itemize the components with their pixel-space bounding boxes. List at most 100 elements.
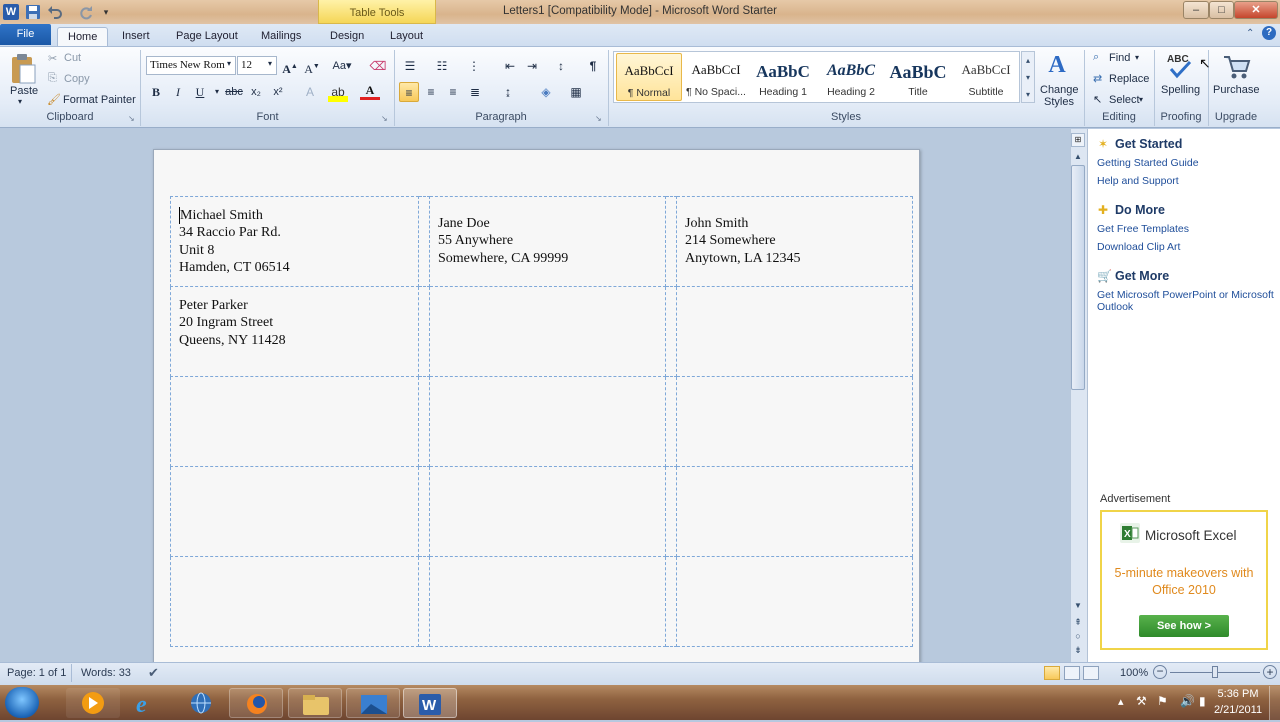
help-support-link[interactable]: Help and Support (1097, 175, 1179, 187)
free-templates-link[interactable]: Get Free Templates (1097, 223, 1189, 235)
label-cell[interactable]: Jane Doe 55 Anywhere Somewhere, CA 99999 (429, 196, 666, 287)
style-heading-1[interactable]: AaBbC Heading 1 (750, 53, 816, 101)
label-cell[interactable]: Peter Parker 20 Ingram Street Queens, NY… (170, 286, 419, 377)
label-cell[interactable] (170, 376, 419, 467)
minimize-ribbon-icon[interactable]: ⌃ (1246, 28, 1254, 39)
font-name-combo[interactable]: Times New Rom (146, 56, 236, 75)
bullets-icon[interactable]: ☰ (400, 56, 420, 76)
clear-formatting-icon[interactable]: ⌫ (368, 56, 388, 76)
align-left-icon[interactable]: ≡ (399, 82, 419, 102)
next-page-icon[interactable]: ⇟ (1071, 645, 1085, 657)
firefox-taskbar-icon[interactable] (229, 688, 283, 718)
paragraph-launcher-icon[interactable]: ↘ (595, 114, 602, 123)
superscript-icon[interactable]: x² (268, 82, 288, 102)
select-browse-object-icon[interactable]: ○ (1071, 631, 1085, 643)
label-cell[interactable] (170, 556, 419, 647)
label-cell[interactable] (429, 286, 666, 377)
change-styles-icon[interactable]: A (1045, 52, 1069, 78)
media-player-taskbar-icon[interactable] (66, 688, 120, 718)
sort-icon[interactable]: ↕ (551, 56, 571, 76)
previous-page-icon[interactable]: ⇞ (1071, 617, 1085, 629)
decrease-indent-icon[interactable]: ⇤ (500, 56, 520, 76)
align-center-icon[interactable]: ≡ (421, 82, 441, 102)
page-count-status[interactable]: Page: 1 of 1 (7, 667, 66, 679)
style-no-spacing[interactable]: AaBbCcI ¶ No Spaci... (683, 53, 749, 101)
explorer-taskbar-icon[interactable] (288, 688, 342, 718)
web-layout-view-icon[interactable] (1083, 666, 1099, 680)
tray-network-icon[interactable]: ⚒ (1136, 694, 1147, 708)
help-icon[interactable]: ? (1262, 26, 1276, 40)
clipboard-launcher-icon[interactable]: ↘ (128, 114, 135, 123)
tab-file[interactable]: File (0, 24, 51, 45)
tray-expand-icon[interactable]: ▴ (1118, 695, 1124, 708)
change-styles-button[interactable]: Change Styles (1040, 84, 1079, 108)
close-button[interactable]: ✕ (1234, 1, 1278, 19)
show-desktop-button[interactable] (1269, 686, 1280, 720)
change-case-icon[interactable]: Aa▾ (332, 56, 352, 76)
format-painter-button[interactable]: Format Painter (63, 94, 136, 106)
clock-date[interactable]: 2/21/2011 (1210, 704, 1266, 716)
highlight-icon[interactable]: ab (328, 82, 348, 102)
zoom-out-icon[interactable]: − (1153, 665, 1167, 679)
style-subtitle[interactable]: AaBbCcI Subtitle (953, 53, 1019, 101)
word-taskbar-icon[interactable]: W (403, 688, 457, 718)
bold-icon[interactable]: B (146, 82, 166, 102)
label-cell[interactable] (676, 466, 913, 557)
word-count-status[interactable]: Words: 33 (81, 667, 131, 679)
scroll-down-icon[interactable]: ▼ (1071, 601, 1085, 611)
zoom-level[interactable]: 100% (1120, 667, 1148, 679)
zoom-slider-thumb[interactable] (1212, 666, 1218, 678)
cut-button[interactable]: Cut (64, 52, 81, 64)
label-cell[interactable]: Michael Smith 34 Raccio Par Rd. Unit 8 H… (170, 196, 419, 287)
font-name-dropdown-icon[interactable]: ▾ (227, 59, 231, 68)
photo-app-taskbar-icon[interactable] (346, 688, 400, 718)
tab-design[interactable]: Design (320, 27, 374, 46)
select-dropdown-icon[interactable]: ▾ (1139, 95, 1143, 104)
tab-mailings[interactable]: Mailings (251, 27, 311, 46)
paste-icon[interactable] (9, 53, 37, 85)
ad-see-how-button[interactable]: See how > (1139, 615, 1229, 637)
font-size-dropdown-icon[interactable]: ▾ (268, 59, 272, 68)
document-page[interactable]: Michael Smith 34 Raccio Par Rd. Unit 8 H… (153, 149, 920, 669)
label-cell[interactable] (429, 556, 666, 647)
numbering-icon[interactable]: ☷ (432, 56, 452, 76)
tab-insert[interactable]: Insert (112, 27, 160, 46)
purchase-cart-icon[interactable] (1221, 51, 1251, 81)
grow-font-icon[interactable]: A▲ (280, 56, 300, 76)
label-cell[interactable] (170, 466, 419, 557)
align-right-icon[interactable]: ≡ (443, 82, 463, 102)
label-cell[interactable]: John Smith 214 Somewhere Anytown, LA 123… (676, 196, 913, 287)
zoom-in-icon[interactable]: + (1263, 665, 1277, 679)
italic-icon[interactable]: I (168, 82, 188, 102)
network-taskbar-icon[interactable] (174, 688, 228, 718)
find-dropdown-icon[interactable]: ▾ (1135, 53, 1139, 62)
styles-gallery-scroll[interactable]: ▴ ▾ ▾ (1021, 51, 1035, 103)
start-button-icon[interactable] (5, 687, 39, 718)
label-cell[interactable] (676, 286, 913, 377)
text-effects-icon[interactable]: A (300, 82, 320, 102)
clip-art-link[interactable]: Download Clip Art (1097, 241, 1180, 253)
multilevel-list-icon[interactable]: ⋮ (464, 56, 484, 76)
purchase-button[interactable]: Purchase (1213, 84, 1259, 96)
borders-icon[interactable]: ▦ (566, 82, 586, 102)
replace-button[interactable]: Replace (1109, 73, 1149, 85)
font-launcher-icon[interactable]: ↘ (381, 114, 388, 123)
line-spacing-icon[interactable]: ↨ (498, 82, 518, 102)
print-layout-view-icon[interactable] (1044, 666, 1060, 680)
style-normal[interactable]: AaBbCcI ¶ Normal (616, 53, 682, 101)
copy-button[interactable]: Copy (64, 73, 90, 85)
scroll-up-icon[interactable]: ▲ (1071, 152, 1085, 162)
show-paragraph-marks-icon[interactable]: ¶ (583, 56, 603, 76)
tab-layout[interactable]: Layout (380, 27, 433, 46)
strikethrough-icon[interactable]: abc (224, 82, 244, 102)
ruler-toggle-icon[interactable]: ⊞ (1071, 133, 1085, 147)
scroll-thumb[interactable] (1071, 165, 1085, 390)
style-heading-2[interactable]: AaBbC Heading 2 (818, 53, 884, 101)
style-title[interactable]: AaBbC Title (885, 53, 951, 101)
getting-started-guide-link[interactable]: Getting Started Guide (1097, 157, 1199, 169)
get-microsoft-link[interactable]: Get Microsoft PowerPoint or Microsoft Ou… (1097, 289, 1275, 313)
label-cell[interactable] (429, 466, 666, 557)
paste-button[interactable]: Paste (10, 85, 38, 97)
internet-explorer-taskbar-icon[interactable]: e (120, 688, 174, 718)
tab-page-layout[interactable]: Page Layout (166, 27, 248, 46)
